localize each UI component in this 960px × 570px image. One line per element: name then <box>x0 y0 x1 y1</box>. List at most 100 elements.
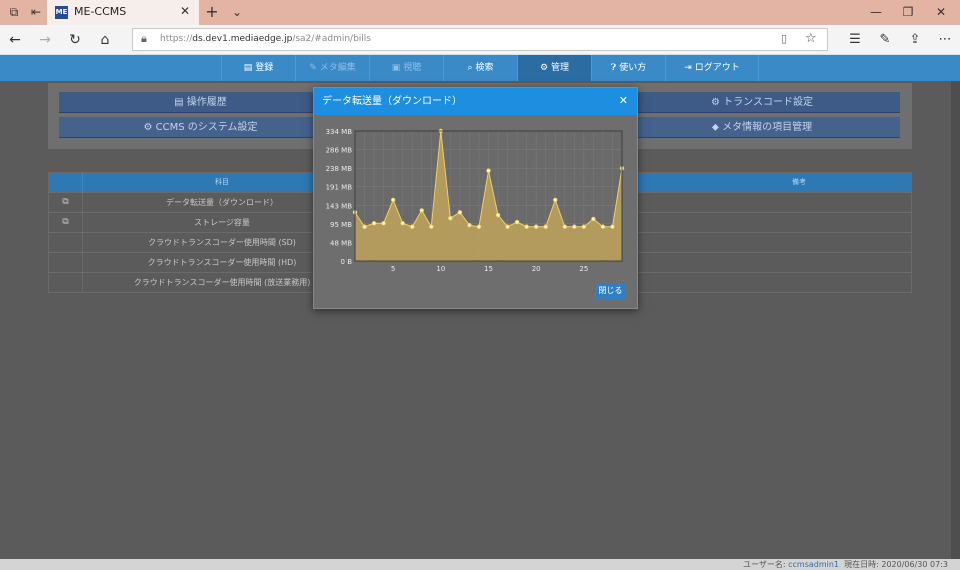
data-point <box>429 224 434 229</box>
y-tick-label: 95 MB <box>330 221 352 229</box>
data-point <box>495 212 501 218</box>
current-datetime: 2020/06/30 07:3 <box>881 560 948 569</box>
more-icon[interactable]: ⋯ <box>936 31 954 49</box>
tab-title: ME-CCMS <box>74 5 127 18</box>
x-tick-label: 5 <box>391 265 395 273</box>
reading-view-icon[interactable]: ▯ <box>781 32 787 45</box>
modal-close-icon[interactable]: ✕ <box>619 94 628 108</box>
data-point <box>419 208 424 213</box>
list-icon: ▤ <box>174 97 187 108</box>
close-tab-icon[interactable]: ✕ <box>180 4 190 18</box>
gear-icon: ⚙ <box>539 63 549 73</box>
logout-icon: ⇥ <box>684 63 692 73</box>
address-bar: ← → ↻ ⌂ 🔒︎ https://ds.dev1.mediaedge.jp/… <box>0 25 960 55</box>
y-tick-label: 143 MB <box>326 202 353 210</box>
modal-header: データ転送量（ダウンロード） ✕ <box>314 88 637 115</box>
empty-icon-cell <box>49 233 83 252</box>
help-icon: ❓︎ <box>610 63 617 73</box>
y-tick-label: 0 B <box>341 258 353 266</box>
app-navigation: ▤ 登録 ✎ メタ編集 ▣ 視聴 ⌕ 検索 ⚙ 管理 ❓︎ 使い方 ⇥ ログアウト <box>0 55 960 81</box>
nav-help[interactable]: ❓︎ 使い方 <box>591 55 665 81</box>
nav-meta-edit[interactable]: ✎ メタ編集 <box>295 55 369 81</box>
data-point <box>381 221 386 226</box>
url-text: https://ds.dev1.mediaedge.jp/sa2/#admin/… <box>160 34 371 44</box>
data-point <box>371 221 377 226</box>
data-point <box>600 224 606 229</box>
play-icon: ▣ <box>391 63 401 73</box>
operation-history-button[interactable]: ▤ 操作履歴 <box>59 92 342 113</box>
search-icon: ⌕ <box>467 63 473 73</box>
window-close-icon[interactable]: ✕ <box>931 3 951 21</box>
transfer-chart-modal: データ転送量（ダウンロード） ✕ 0 B 48 MB 95 MB 143 MB 191 … <box>313 87 638 309</box>
x-tick-label: 10 <box>436 265 445 273</box>
data-point <box>476 224 482 229</box>
modal-close-button[interactable]: 閉じる <box>595 283 626 299</box>
open-detail-icon[interactable]: ⧉ <box>49 193 83 212</box>
favorite-star-icon[interactable]: ☆ <box>805 31 817 46</box>
y-tick-label: 48 MB <box>330 239 352 247</box>
table-header-icon-cell <box>49 173 83 192</box>
data-point <box>572 224 577 229</box>
pen-icon[interactable]: ✎ <box>876 31 894 49</box>
data-point <box>486 168 491 173</box>
nav-register[interactable]: ▤ 登録 <box>221 55 295 81</box>
tab-actions-icon[interactable]: ⧉ <box>6 4 22 20</box>
data-point <box>410 224 415 229</box>
empty-icon-cell <box>49 273 83 292</box>
nav-logout[interactable]: ⇥ ログアウト <box>665 55 759 81</box>
data-point <box>562 224 567 229</box>
browser-tab[interactable]: ME ME-CCMS ✕ <box>47 0 199 25</box>
refresh-icon[interactable]: ↻ <box>66 31 84 49</box>
nav-admin[interactable]: ⚙ 管理 <box>517 55 591 81</box>
x-tick-label: 20 <box>532 265 541 273</box>
url-field[interactable]: 🔒︎ https://ds.dev1.mediaedge.jp/sa2/#adm… <box>132 28 828 51</box>
lock-icon: 🔒︎ <box>141 32 147 45</box>
data-point <box>553 197 558 203</box>
data-point <box>514 219 520 225</box>
transfer-area-chart: 0 B 48 MB 95 MB 143 MB 191 MB 238 MB 286 MB 334… <box>326 128 625 273</box>
transcode-settings-button[interactable]: ⚙ トランスコード設定 <box>624 92 900 113</box>
gear-icon: ⚙ <box>143 122 156 133</box>
home-icon[interactable]: ⌂ <box>96 31 114 49</box>
favicon-icon: ME <box>55 6 68 19</box>
minimize-icon[interactable]: — <box>866 3 886 21</box>
new-tab-icon[interactable]: + <box>204 4 220 20</box>
y-tick-label: 191 MB <box>326 184 353 192</box>
user-name: ccmsadmin1 <box>788 560 840 569</box>
empty-icon-cell <box>49 253 83 272</box>
data-point <box>400 221 405 226</box>
favorites-hub-icon[interactable]: ☰ <box>846 31 864 49</box>
share-icon[interactable]: ⇪ <box>906 31 924 49</box>
y-tick-label: 334 MB <box>326 128 353 136</box>
tab-list-chevron-icon[interactable]: ⌄ <box>229 4 245 20</box>
header-note: 備考 <box>792 178 806 186</box>
nav-search[interactable]: ⌕ 検索 <box>443 55 517 81</box>
data-point <box>543 224 548 229</box>
x-tick-label: 25 <box>579 265 588 273</box>
y-tick-label: 286 MB <box>326 147 353 155</box>
system-settings-button[interactable]: ⚙ CCMS のシステム設定 <box>59 117 342 138</box>
meta-items-button[interactable]: ⬥ メタ情報の項目管理 <box>624 117 900 138</box>
data-point <box>610 224 615 229</box>
data-point <box>533 224 539 229</box>
x-tick-label: 15 <box>484 265 493 273</box>
browser-tab-bar: ⧉ ⇤ ME ME-CCMS ✕ + ⌄ — ❐ ✕ <box>0 0 960 25</box>
set-aside-tabs-icon[interactable]: ⇤ <box>28 4 44 20</box>
page-scrollbar[interactable] <box>951 81 960 559</box>
transcode-icon: ⚙ <box>711 97 724 108</box>
y-tick-label: 238 MB <box>326 165 353 173</box>
data-point <box>524 224 529 229</box>
restore-icon[interactable]: ❐ <box>898 3 918 21</box>
open-detail-icon[interactable]: ⧉ <box>49 213 83 232</box>
data-point <box>591 216 596 222</box>
forward-icon[interactable]: → <box>36 31 54 49</box>
document-icon: ▤ <box>243 63 253 73</box>
back-icon[interactable]: ← <box>6 31 24 49</box>
nav-view[interactable]: ▣ 視聴 <box>369 55 443 81</box>
data-point <box>457 210 463 215</box>
tag-icon: ⬥ <box>711 122 723 133</box>
data-point <box>448 215 453 221</box>
status-bar: ユーザー名: ccmsadmin1 現在日時: 2020/06/30 07:3 <box>0 559 960 570</box>
data-point <box>390 197 396 203</box>
data-point <box>467 222 472 228</box>
